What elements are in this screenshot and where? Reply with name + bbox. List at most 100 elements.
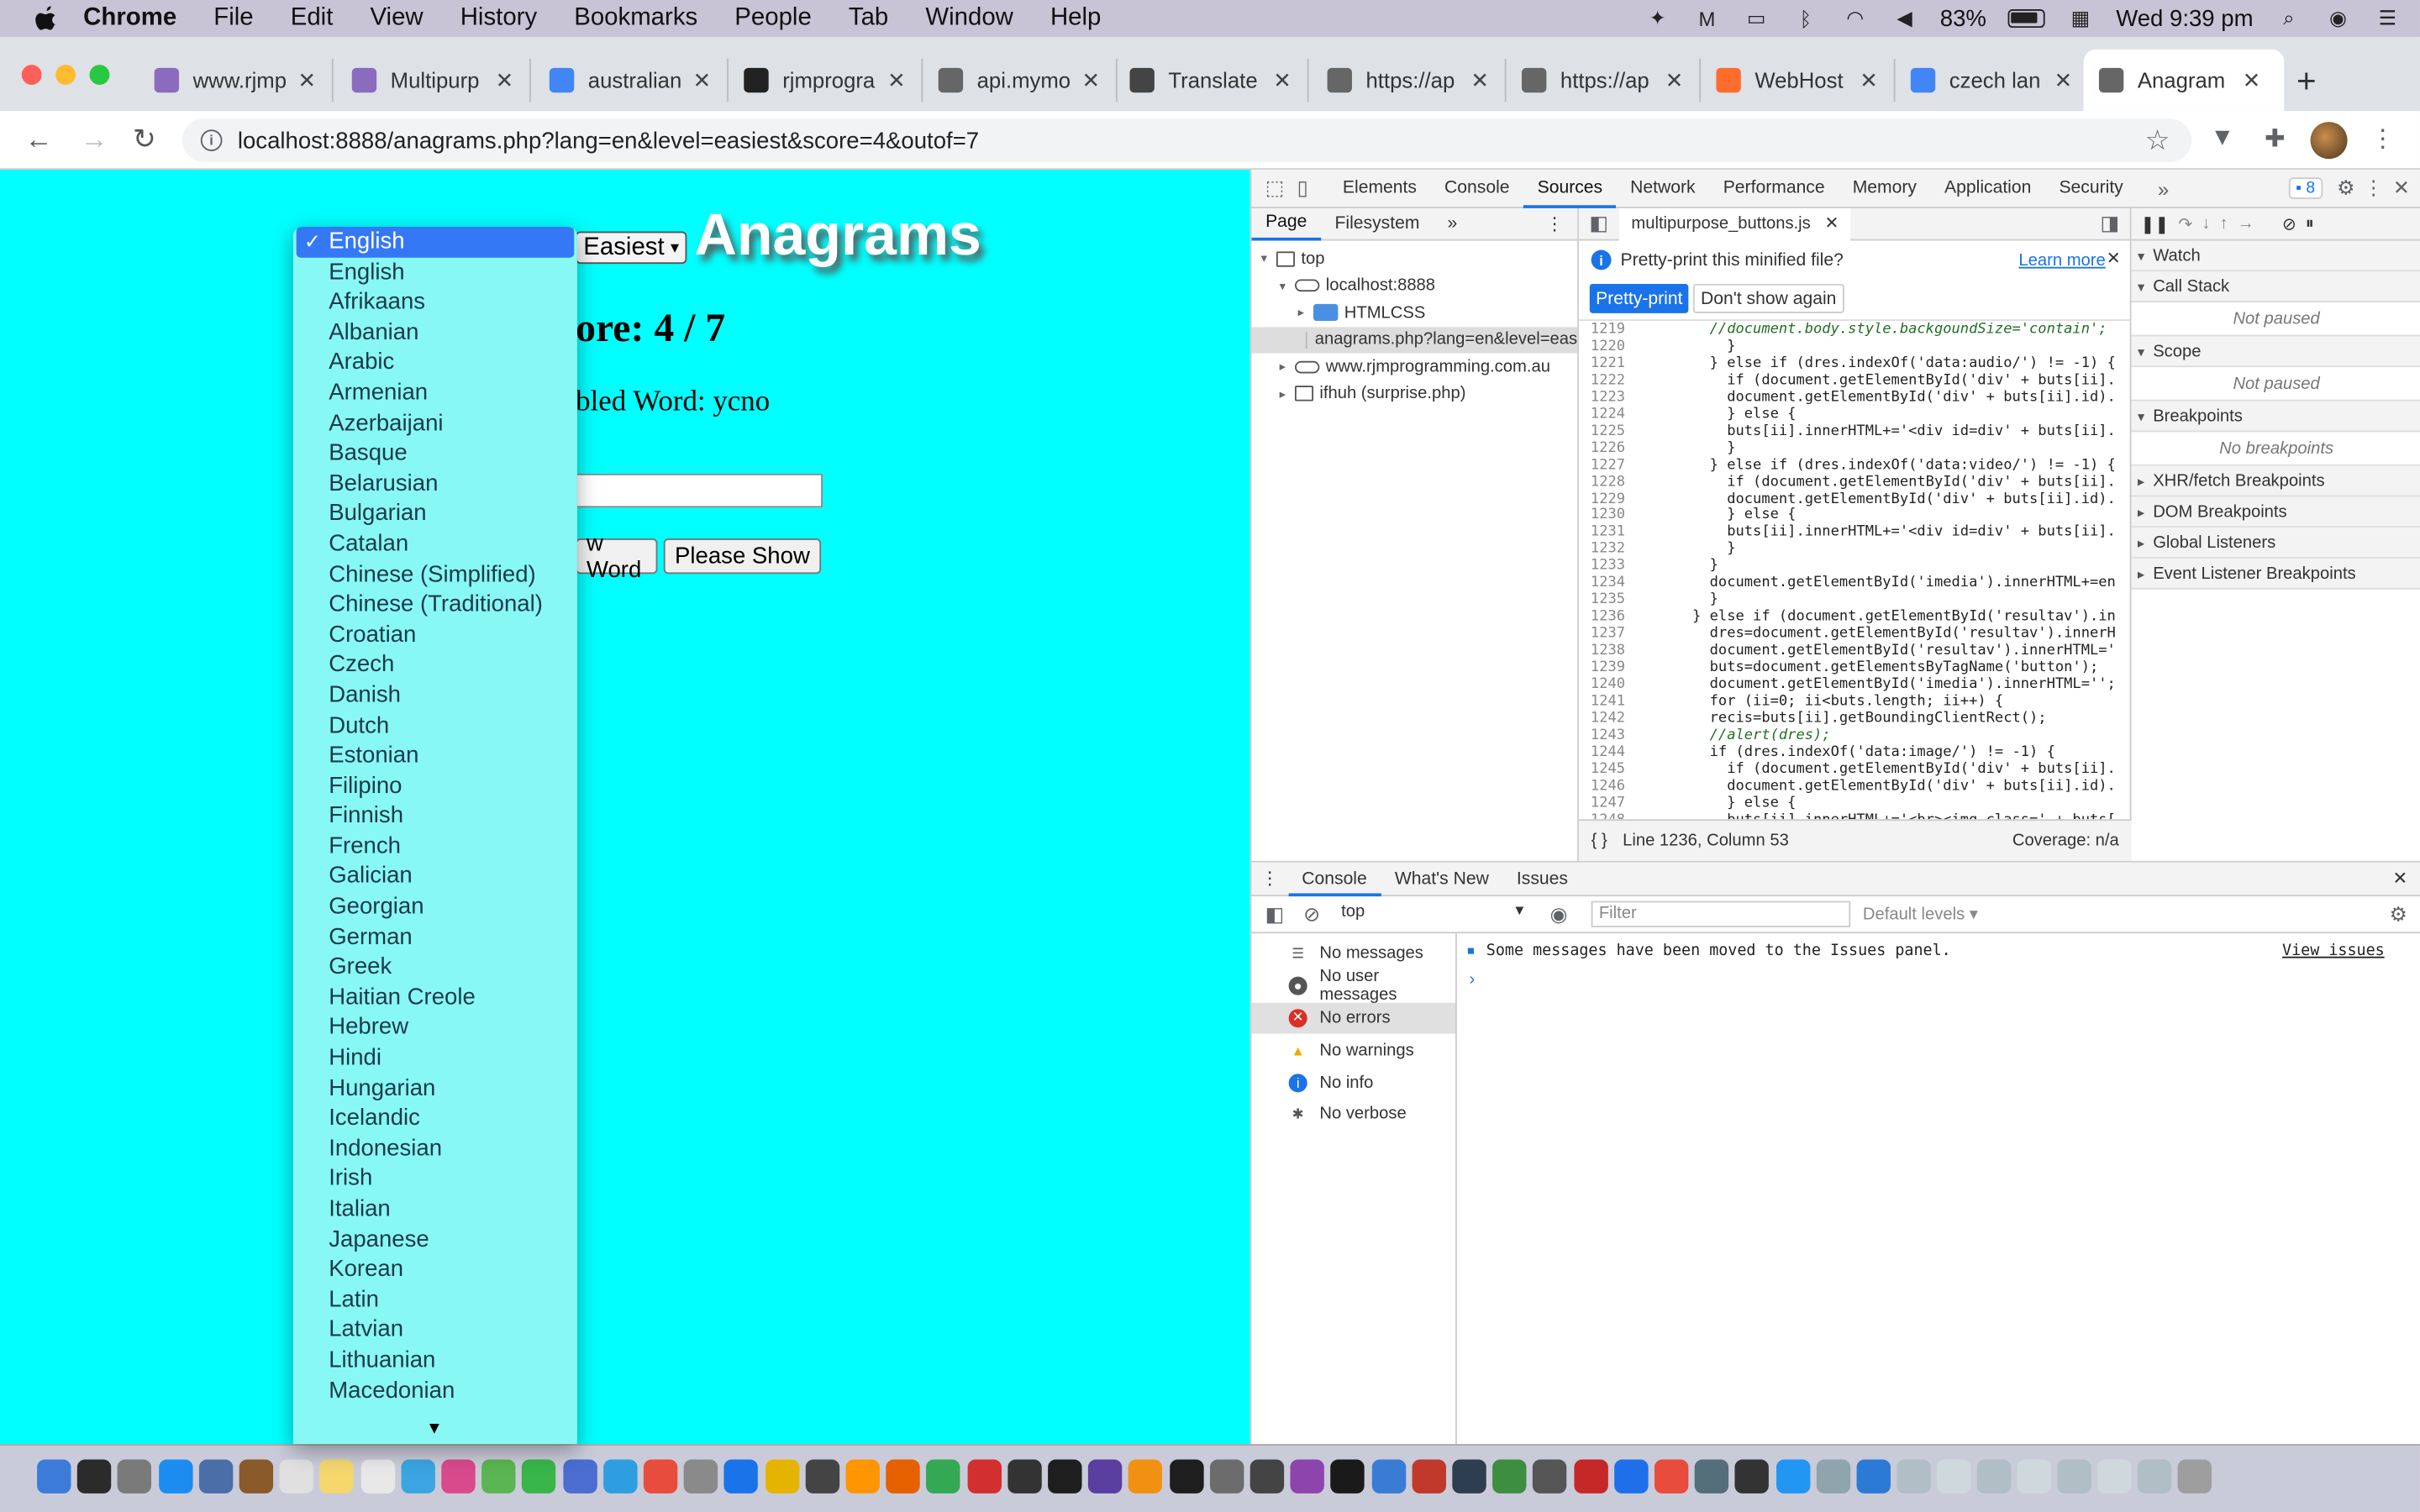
keynote-icon[interactable] [602,1459,638,1494]
dropdown-option[interactable]: Galician [293,862,577,892]
drawer-tab-whats-new[interactable]: What's New [1381,862,1502,895]
code-line[interactable]: } [1640,558,2115,576]
line-number[interactable]: 1229 [1579,490,1625,508]
pause-on-exceptions-icon[interactable]: ⏸ [2306,213,2314,234]
debugger-section-header[interactable]: Breakpoints [2131,401,2420,433]
navigator-kebab-icon[interactable]: ⋮ [1532,213,1577,234]
expand-arrow-icon[interactable]: ▾ [1261,252,1276,266]
code-line[interactable]: } else { [1640,406,2115,423]
code-line[interactable]: document.getElementById('div' + buts[ii]… [1640,389,2116,407]
console-filter-input[interactable]: Filter [1591,900,1851,927]
trash-icon[interactable] [2176,1459,2212,1494]
firefox-icon[interactable] [886,1459,921,1494]
close-file-tab-icon[interactable]: ✕ [1824,213,1839,232]
window-icon[interactable] [1896,1459,1930,1494]
menu-people[interactable]: People [734,5,812,33]
site-info-icon[interactable]: i [200,129,223,151]
chrome-icon[interactable] [926,1459,961,1494]
step-over-icon[interactable]: ↷ [2178,213,2192,234]
console-sidebar-toggle-icon[interactable]: ◧ [1261,901,1289,929]
dropdown-option[interactable]: Filipino [293,771,577,801]
close-tab-icon[interactable]: ✕ [1860,67,1878,93]
browser-tab[interactable]: Multipurp ✕ [336,58,531,102]
dropdown-option[interactable]: Italian [293,1194,577,1225]
step-into-icon[interactable]: ↓ [2202,214,2210,233]
display-icon[interactable] [1533,1459,1567,1494]
line-number[interactable]: 1237 [1579,625,1625,643]
dropdown-option[interactable]: Chinese (Traditional) [293,590,577,620]
debugger-section-header[interactable]: DOM Breakpoints [2131,496,2420,528]
reminders-icon[interactable] [360,1459,395,1494]
f-icon[interactable] [1613,1459,1649,1494]
code-line[interactable]: buts[ii].innerHTML+='<div id=div' + buts… [1640,524,2116,542]
filezilla-icon[interactable] [1492,1459,1527,1494]
new-tab-button[interactable]: + [2296,61,2317,102]
code-line[interactable]: //document.body.style.backgoundSize='con… [1640,323,2115,339]
dropdown-option[interactable]: Arabic [293,348,577,378]
word-icon[interactable] [1048,1459,1082,1494]
code-line[interactable]: if (document.getElementById('div' + buts… [1640,473,2116,491]
facetime-icon[interactable] [522,1459,556,1494]
dropdown-option[interactable]: Czech [293,650,577,680]
siri-icon[interactable] [77,1459,112,1494]
menu-history[interactable]: History [460,5,537,33]
browser-tab[interactable]: czech lan ✕ [1895,58,2090,102]
blender-icon[interactable] [1128,1459,1163,1494]
issues-badge[interactable]: ▪ 8 [2287,177,2323,199]
dropdown-option[interactable]: Afrikaans [293,287,577,318]
expand-arrow-icon[interactable]: ▸ [1280,360,1295,374]
dropdown-option[interactable]: Catalan [293,529,577,559]
terminal-icon[interactable] [1209,1459,1244,1494]
debugger-section-header[interactable]: Call Stack [2131,271,2420,302]
dropdown-option[interactable]: Belarusian [293,469,577,499]
tab-page[interactable]: Page [1251,207,1321,240]
line-number[interactable]: 1248 [1579,811,1625,820]
code-line[interactable]: document.getElementById('div' + buts[ii]… [1640,777,2116,795]
code-line[interactable]: } [1640,591,2115,610]
dropdown-option[interactable]: Azerbaijani [293,408,577,438]
appstore-icon[interactable] [805,1459,839,1494]
dropdown-option[interactable]: Macedonian [293,1376,577,1406]
line-number[interactable]: 1240 [1579,676,1625,694]
code-line[interactable]: buts[ii].innerHTML+='<br><img class=' + … [1640,811,2116,820]
menu-file[interactable]: File [213,5,253,33]
clear-console-icon[interactable]: ⊘ [1298,901,1326,929]
line-number[interactable]: 1243 [1579,727,1625,745]
bear-icon[interactable]: ✦ [1644,6,1671,29]
code-line[interactable]: recis=buts[ii].getBoundingClientRect(); [1640,710,2115,728]
code-line[interactable]: //alert(dres); [1640,727,2115,745]
url-text[interactable]: localhost:8888/anagrams.php?lang=en&leve… [238,128,979,154]
code-line[interactable]: } else { [1640,507,2115,525]
code-line[interactable]: document.getElementById('imedia').innerH… [1640,575,2116,593]
zoom-window-button[interactable] [89,65,110,86]
please-show-button[interactable]: Please Show [663,538,822,575]
line-number[interactable]: 1244 [1579,743,1625,762]
dropdown-option[interactable]: Danish [293,680,577,711]
code-line[interactable]: } [1640,338,2115,356]
browser-tab[interactable]: www.rjmp ✕ [139,58,334,102]
code-line[interactable]: if (document.getElementById('div' + buts… [1640,760,2116,779]
doc-icon[interactable] [1695,1459,1729,1494]
line-number[interactable]: 1227 [1579,456,1625,475]
browser-tab[interactable]: Translate ✕ [1114,58,1309,102]
dropdown-option[interactable]: Indonesian [293,1134,577,1164]
code-line[interactable]: document.getElementById('imedia').innerH… [1640,676,2116,694]
inkscape-icon[interactable] [1249,1459,1285,1494]
tab-security[interactable]: Security [2045,169,2137,207]
close-tab-icon[interactable]: ✕ [693,67,712,93]
app-icon[interactable] [1452,1459,1486,1494]
window-icon[interactable] [1936,1459,1970,1494]
dropdown-option[interactable]: Bulgarian [293,499,577,529]
tab-performance[interactable]: Performance [1709,169,1839,207]
safari-icon[interactable] [158,1459,192,1494]
more-nav-tabs-icon[interactable]: » [1434,214,1471,233]
code-line[interactable]: } [1640,439,2115,458]
console-settings-icon[interactable]: ⚙ [2385,901,2412,929]
battery-icon[interactable] [2007,9,2045,29]
github-icon[interactable] [1007,1459,1042,1494]
wifi-icon[interactable]: ◠ [1841,6,1869,29]
dropdown-option[interactable]: Georgian [293,892,577,922]
bookmark-star-icon[interactable]: ☆ [2145,124,2170,157]
close-tab-icon[interactable]: ✕ [496,67,514,93]
close-tab-icon[interactable]: ✕ [297,67,316,93]
